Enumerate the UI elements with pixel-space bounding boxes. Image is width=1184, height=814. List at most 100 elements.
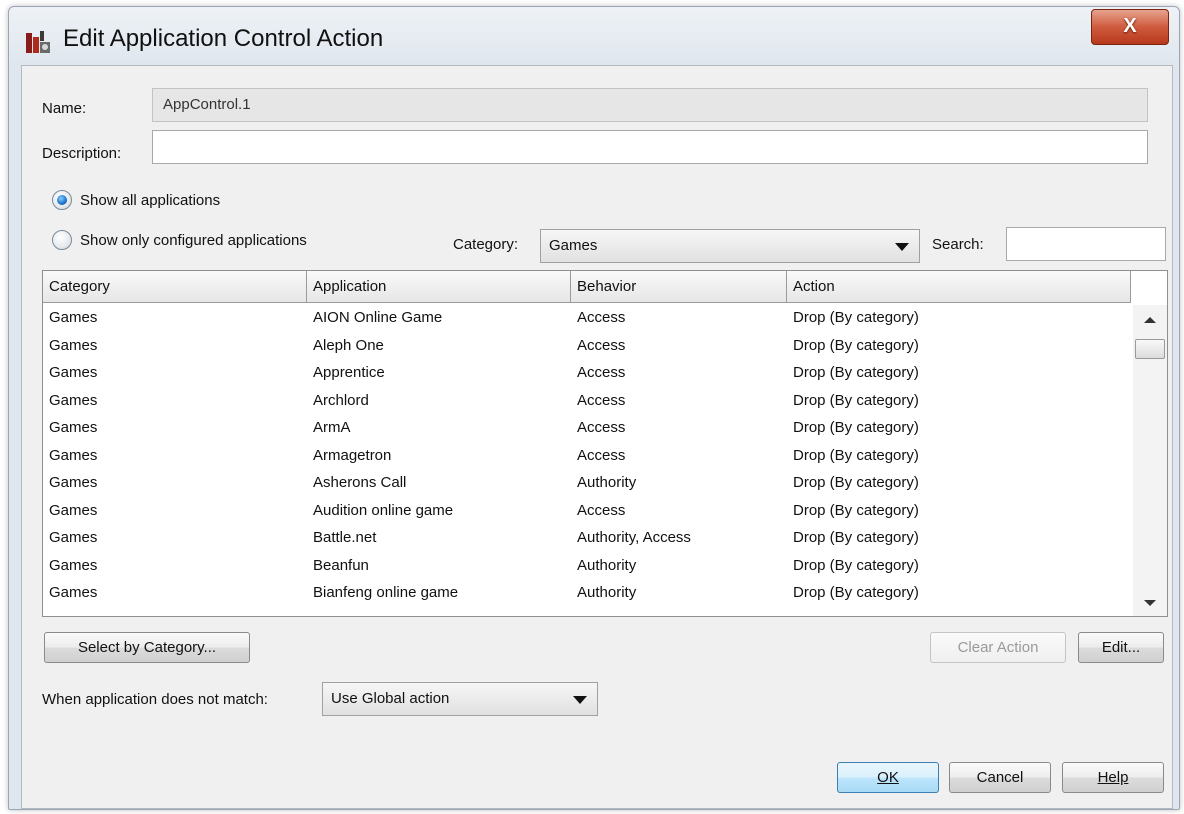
- cell-action: Drop (By category): [793, 309, 919, 326]
- cell-behavior: Access: [577, 501, 626, 519]
- table-row[interactable]: Games Beanfun Authority Drop (By category): [43, 552, 1131, 580]
- table-row[interactable]: Games Asherons Call Authority Drop (By cate…: [43, 469, 1131, 497]
- chevron-down-icon: [573, 696, 587, 704]
- cell-application: Archlord: [313, 391, 369, 409]
- cell-behavior: Authority, Access: [577, 529, 691, 546]
- nomatch-dropdown-value: Use Global action: [331, 690, 450, 707]
- cell-application: Battle.net: [313, 529, 377, 546]
- cell-application: Asherons Call: [313, 474, 407, 491]
- show-configured-label: Show only configured applications: [80, 231, 307, 249]
- help-label: Help: [1097, 769, 1129, 786]
- cell-action: Drop (By category): [793, 364, 919, 381]
- column-header-behavior[interactable]: Behavior: [571, 271, 787, 303]
- cell-action: Drop (By category): [793, 474, 919, 491]
- title-bar[interactable]: Edit Application Control Action X: [9, 7, 1179, 67]
- category-dropdown[interactable]: Games: [540, 229, 920, 263]
- table-row[interactable]: Games ArmA Access Drop (By category): [43, 414, 1131, 442]
- nomatch-dropdown[interactable]: Use Global action: [322, 682, 598, 716]
- cell-behavior: Authority: [577, 556, 637, 574]
- name-field[interactable]: AppControl.1: [152, 88, 1148, 122]
- description-label: Description:: [42, 145, 122, 162]
- cell-action: Drop (By category): [793, 419, 919, 436]
- applications-table[interactable]: Category Application Behavior Action Gam…: [42, 270, 1168, 617]
- cell-category: Games: [49, 584, 98, 601]
- description-field[interactable]: [152, 130, 1148, 164]
- search-input[interactable]: [1006, 227, 1166, 261]
- scroll-up-arrow-icon[interactable]: [1144, 317, 1156, 323]
- window-title: Edit Application Control Action: [63, 25, 384, 52]
- ok-label: OK: [877, 769, 899, 786]
- cell-category: Games: [49, 529, 98, 546]
- cell-behavior: Authority: [577, 584, 637, 601]
- show-all-radio-row[interactable]: Show all applications: [52, 190, 220, 210]
- cell-category: Games: [49, 501, 98, 519]
- cell-behavior: Access: [577, 446, 626, 464]
- table-header: Category Application Behavior Action: [43, 271, 1131, 303]
- cell-category: Games: [49, 336, 98, 354]
- search-label: Search:: [932, 236, 984, 253]
- clear-action-button[interactable]: Clear Action: [930, 632, 1066, 663]
- help-button[interactable]: Help: [1062, 762, 1164, 793]
- name-label: Name:: [42, 100, 87, 117]
- table-row[interactable]: Games Battle.net Authority, Access Drop (By…: [43, 524, 1131, 552]
- cell-behavior: Access: [577, 309, 626, 326]
- cell-action: Drop (By category): [793, 336, 919, 354]
- cell-application: Armagetron: [313, 446, 392, 464]
- cell-application: Audition online game: [313, 501, 454, 519]
- table-row[interactable]: Games Bianfeng online game Authority Drop (…: [43, 579, 1131, 607]
- chevron-down-icon: [895, 243, 909, 251]
- cell-action: Drop (By category): [793, 529, 919, 546]
- table-body: Games AION Online Game Access Drop (By cate…: [43, 304, 1131, 607]
- column-header-action[interactable]: Action: [787, 271, 1131, 303]
- dialog-body: Name: AppControl.1 Description: Show all…: [21, 65, 1173, 809]
- cell-behavior: Access: [577, 391, 626, 409]
- cell-action: Drop (By category): [793, 584, 919, 601]
- show-configured-radio[interactable]: [52, 230, 72, 250]
- cancel-button[interactable]: Cancel: [949, 762, 1051, 793]
- dialog-window: Edit Application Control Action X Name: …: [8, 6, 1180, 810]
- edit-button[interactable]: Edit...: [1078, 632, 1164, 663]
- cell-application: ArmA: [313, 419, 351, 436]
- cell-category: Games: [49, 391, 98, 409]
- scrollbar-thumb[interactable]: [1135, 339, 1165, 359]
- show-all-radio[interactable]: [52, 190, 72, 210]
- column-header-category[interactable]: Category: [43, 271, 307, 303]
- cell-category: Games: [49, 309, 98, 326]
- cell-behavior: Access: [577, 364, 626, 381]
- cell-application: Aleph One: [313, 336, 384, 354]
- cell-action: Drop (By category): [793, 501, 919, 519]
- category-label: Category:: [453, 236, 519, 253]
- table-row[interactable]: Games Audition online game Access Drop (By …: [43, 497, 1131, 525]
- close-button[interactable]: X: [1091, 9, 1169, 45]
- cell-action: Drop (By category): [793, 446, 919, 464]
- cell-category: Games: [49, 364, 98, 381]
- cell-behavior: Access: [577, 419, 626, 436]
- cell-application: Apprentice: [313, 364, 385, 381]
- cell-action: Drop (By category): [793, 391, 919, 409]
- table-row[interactable]: Games Archlord Access Drop (By category): [43, 387, 1131, 415]
- column-header-application[interactable]: Application: [307, 271, 571, 303]
- app-icon: [26, 31, 50, 53]
- cell-category: Games: [49, 556, 98, 574]
- table-row[interactable]: Games Apprentice Access Drop (By category): [43, 359, 1131, 387]
- category-dropdown-value: Games: [549, 237, 598, 254]
- cell-application: AION Online Game: [313, 309, 443, 326]
- table-row[interactable]: Games Aleph One Access Drop (By category): [43, 332, 1131, 360]
- table-row[interactable]: Games Armagetron Access Drop (By category): [43, 442, 1131, 470]
- nomatch-label: When application does not match:: [42, 691, 268, 708]
- cell-application: Beanfun: [313, 556, 369, 574]
- show-all-label: Show all applications: [80, 191, 221, 209]
- cell-application: Bianfeng online game: [313, 584, 459, 601]
- ok-button[interactable]: OK: [837, 762, 939, 793]
- table-row[interactable]: Games AION Online Game Access Drop (By cate…: [43, 304, 1131, 332]
- cell-behavior: Authority: [577, 474, 637, 491]
- cell-category: Games: [49, 419, 98, 436]
- vertical-scrollbar[interactable]: [1133, 305, 1167, 616]
- cell-category: Games: [49, 446, 98, 464]
- cell-action: Drop (By category): [793, 556, 919, 574]
- select-by-category-button[interactable]: Select by Category...: [44, 632, 250, 663]
- show-configured-radio-row[interactable]: Show only configured applications: [52, 230, 307, 250]
- cell-behavior: Access: [577, 336, 626, 354]
- scroll-down-arrow-icon[interactable]: [1144, 600, 1156, 606]
- cell-category: Games: [49, 474, 98, 491]
